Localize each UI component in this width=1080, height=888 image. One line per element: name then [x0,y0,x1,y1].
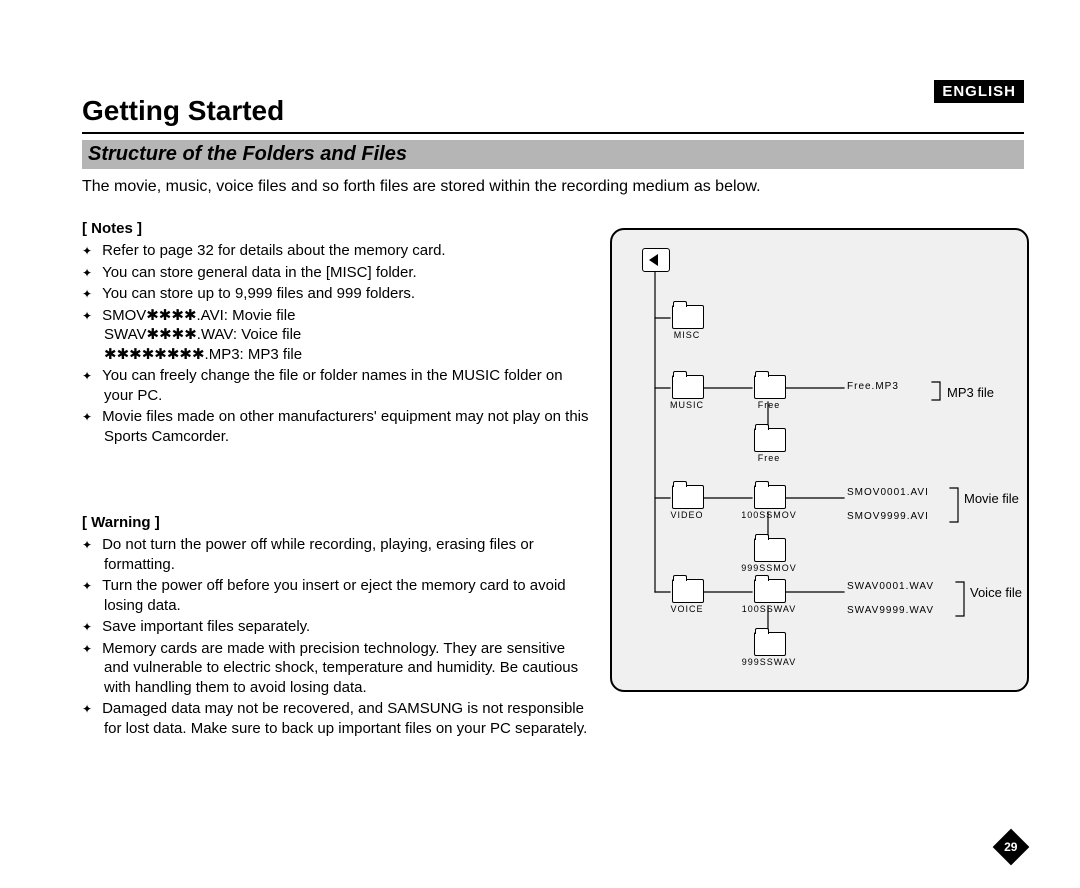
section-subtitle: Structure of the Folders and Files [82,140,1024,169]
folder-icon [672,579,704,603]
folder-label-free: Free [738,453,800,463]
note-item: You can freely change the file or folder… [82,366,592,405]
folder-label-free: Free [738,400,800,410]
tree-lines [612,230,1027,690]
intro-text: The movie, music, voice files and so for… [82,178,1024,196]
folder-icon [672,375,704,399]
folder-icon [754,632,786,656]
folder-label-video: VIDEO [656,510,718,520]
notes-list: Refer to page 32 for details about the m… [82,241,592,446]
language-badge: ENGLISH [934,80,1024,103]
file-label-mp3: Free.MP3 [847,382,899,392]
label-voice-file: Voice file [970,586,1022,600]
folder-label-voice: VOICE [656,604,718,614]
folder-label-misc: MISC [656,330,718,340]
warning-item: Turn the power off before you insert or … [82,576,592,615]
page-number: 29 [1004,834,1017,860]
file-label-smov1: SMOV0001.AVI [847,488,929,498]
label-movie-file: Movie file [964,492,1019,506]
folder-label-999ssmov: 999SSMOV [738,563,800,573]
note-item: SMOV✱✱✱✱.AVI: Movie file SWAV✱✱✱✱.WAV: V… [82,306,592,365]
folder-label-999sswav: 999SSWAV [738,657,800,667]
page-number-badge: 29 [993,829,1030,866]
label-mp3-file: MP3 file [947,385,994,400]
file-label-swav2: SWAV9999.WAV [847,606,934,616]
folder-label-music: MUSIC [656,400,718,410]
folder-label-100ssmov: 100SSMOV [738,510,800,520]
manual-page: ENGLISH Getting Started Structure of the… [0,0,1080,888]
note-item: Refer to page 32 for details about the m… [82,241,592,261]
memory-card-icon [642,248,670,272]
folder-icon [754,375,786,399]
warning-block: [ Warning ] Do not turn the power off wh… [82,514,592,740]
folder-icon [754,579,786,603]
folder-icon [754,485,786,509]
warning-item: Save important files separately. [82,617,592,637]
file-label-smov2: SMOV9999.AVI [847,512,929,522]
notes-heading: [ Notes ] [82,220,592,237]
folder-structure-diagram: MISC MUSIC VIDEO VOICE Free Free 100SSMO… [610,228,1029,692]
file-label-swav1: SWAV0001.WAV [847,582,934,592]
warning-item: Do not turn the power off while recordin… [82,535,592,574]
warning-heading: [ Warning ] [82,514,592,531]
folder-icon [672,485,704,509]
warning-item: Memory cards are made with precision tec… [82,639,592,698]
warning-list: Do not turn the power off while recordin… [82,535,592,738]
note-item: You can store general data in the [MISC]… [82,263,592,283]
note-item: You can store up to 9,999 files and 999 … [82,284,592,304]
folder-icon [754,428,786,452]
page-title: Getting Started [82,95,284,127]
folder-icon [754,538,786,562]
warning-item: Damaged data may not be recovered, and S… [82,699,592,738]
notes-block: [ Notes ] Refer to page 32 for details a… [82,220,592,448]
folder-icon [672,305,704,329]
note-item: Movie files made on other manufacturers'… [82,407,592,446]
title-rule [82,132,1024,134]
folder-label-100sswav: 100SSWAV [738,604,800,614]
